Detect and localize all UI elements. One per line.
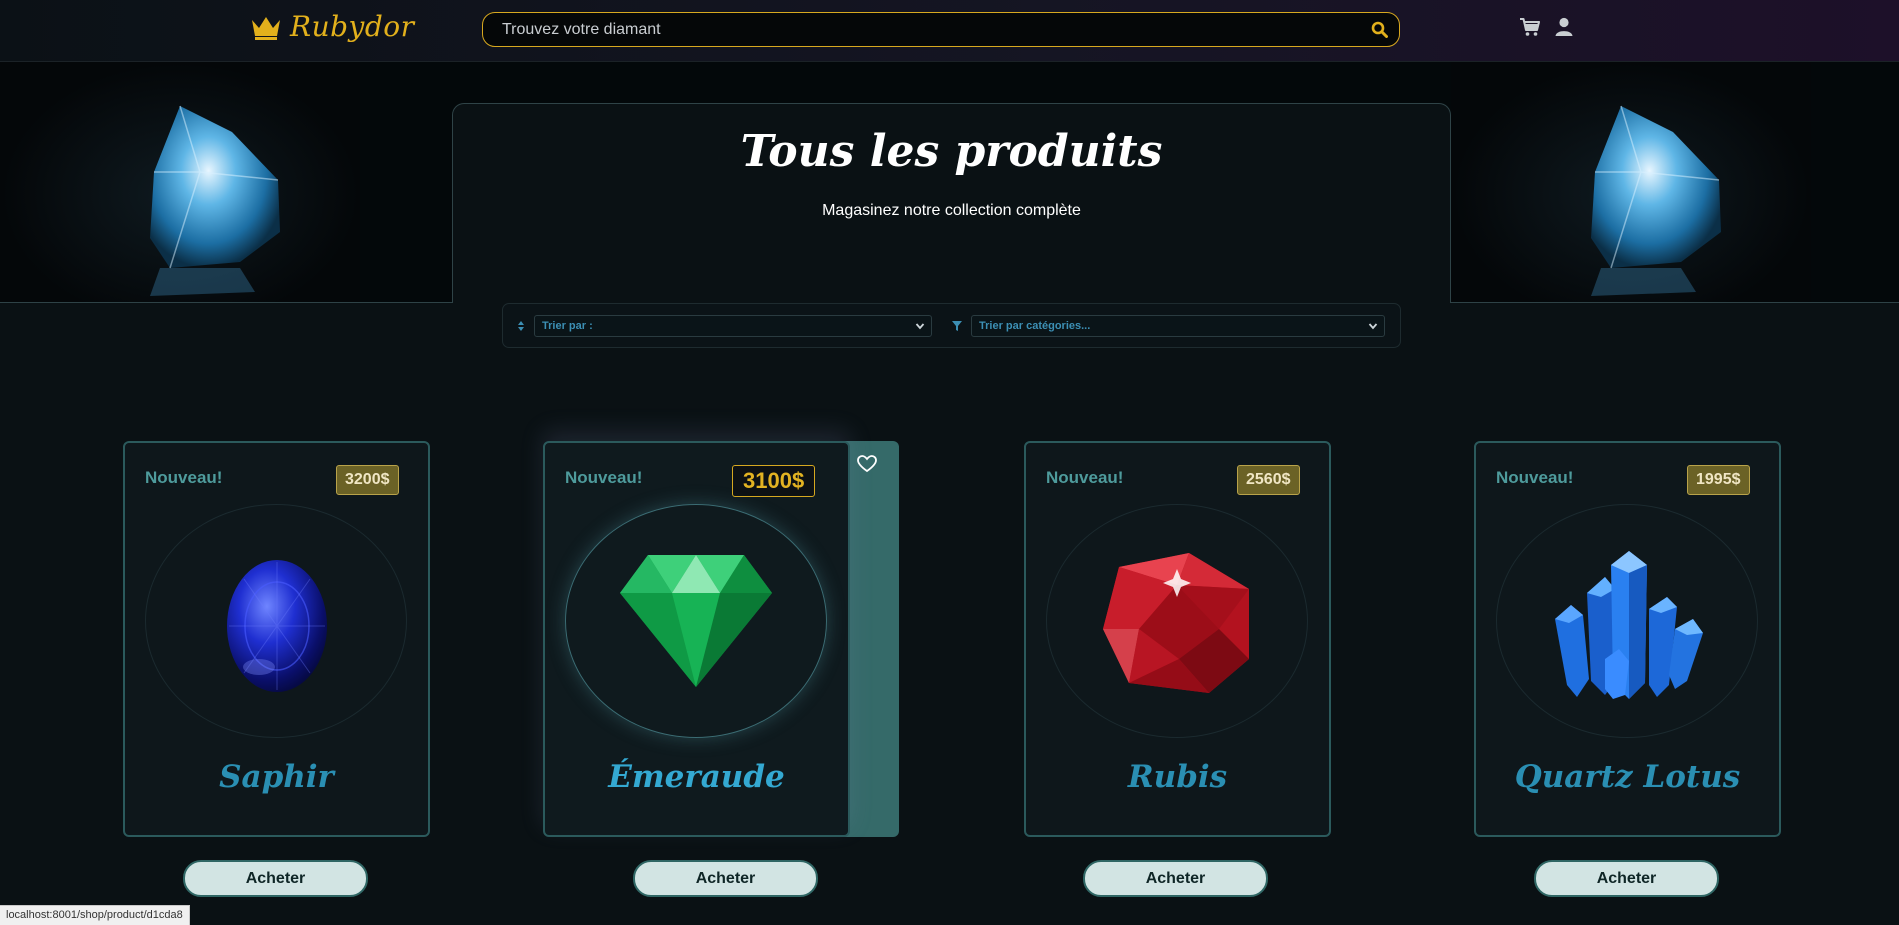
product-card[interactable]: Nouveau! 1995$ Quartz Lotus bbox=[1474, 441, 1781, 837]
buy-button-emeraude[interactable]: Acheter bbox=[633, 860, 818, 897]
new-badge: Nouveau! bbox=[565, 468, 643, 487]
sapphire-gem-image bbox=[227, 560, 327, 692]
quartz-crystal-image bbox=[1555, 551, 1703, 699]
gem-frame bbox=[1496, 504, 1758, 738]
diamond-banner-right bbox=[1451, 62, 1811, 302]
product-card[interactable]: Nouveau! 2560$ Rubis bbox=[1024, 441, 1331, 837]
diamond-banner-left bbox=[0, 62, 360, 302]
cart-icon[interactable] bbox=[1519, 16, 1541, 38]
emerald-gem-image bbox=[620, 555, 772, 687]
top-navbar: Rubydor bbox=[0, 0, 1899, 62]
heart-icon[interactable] bbox=[857, 455, 877, 473]
gem-frame bbox=[145, 504, 407, 738]
filter-bar: Trier par : Trier par catégories... bbox=[502, 303, 1401, 348]
gem-frame bbox=[1046, 504, 1308, 738]
sort-select[interactable]: Trier par : bbox=[534, 315, 932, 337]
product-name: Rubis bbox=[1127, 759, 1228, 795]
search-bar bbox=[482, 12, 1400, 47]
chevron-down-icon bbox=[1368, 323, 1378, 330]
brand-logo[interactable]: Rubydor bbox=[250, 10, 415, 43]
page-title: Tous les produits bbox=[740, 126, 1163, 177]
new-badge: Nouveau! bbox=[145, 468, 223, 487]
product-card-rubis[interactable]: Nouveau! 2560$ Rubis bbox=[1024, 441, 1331, 837]
buy-button-quartz-lotus[interactable]: Acheter bbox=[1534, 860, 1719, 897]
search-input[interactable] bbox=[483, 19, 1359, 40]
price-tag: 3100$ bbox=[732, 465, 816, 497]
search-button[interactable] bbox=[1359, 13, 1399, 46]
price-tag: 1995$ bbox=[1687, 465, 1750, 495]
sort-select-label: Trier par : bbox=[542, 320, 593, 332]
buy-button-rubis[interactable]: Acheter bbox=[1083, 860, 1268, 897]
category-select-label: Trier par catégories... bbox=[979, 320, 1091, 332]
hero-title-panel: Tous les produits Magasinez notre collec… bbox=[452, 103, 1451, 303]
user-icon[interactable] bbox=[1553, 16, 1575, 38]
sort-icon bbox=[518, 321, 524, 331]
filter-icon bbox=[952, 321, 962, 331]
crown-icon bbox=[252, 16, 280, 40]
product-card-emeraude[interactable]: Nouveau! 3100$ Émeraude bbox=[543, 441, 899, 837]
product-card-quartz-lotus[interactable]: Nouveau! 1995$ Quartz Lotus bbox=[1474, 441, 1781, 837]
new-badge: Nouveau! bbox=[1046, 468, 1124, 487]
category-select[interactable]: Trier par catégories... bbox=[971, 315, 1385, 337]
product-card[interactable]: Nouveau! 3200$ Saphir bbox=[123, 441, 430, 837]
chevron-down-icon bbox=[915, 323, 925, 330]
search-icon bbox=[1371, 21, 1388, 38]
product-card[interactable]: Nouveau! 3100$ Émeraude bbox=[543, 441, 850, 837]
product-name: Quartz Lotus bbox=[1514, 759, 1741, 795]
blue-diamond-image bbox=[1591, 105, 1721, 296]
product-name: Saphir bbox=[219, 759, 334, 795]
price-tag: 3200$ bbox=[336, 465, 399, 495]
link-preview-status: localhost:8001/shop/product/d1cda8 bbox=[0, 905, 190, 925]
buy-button-saphir[interactable]: Acheter bbox=[183, 860, 368, 897]
blue-diamond-image bbox=[150, 105, 280, 296]
gem-frame bbox=[565, 504, 827, 738]
page-subtitle: Magasinez notre collection complète bbox=[822, 202, 1081, 219]
new-badge: Nouveau! bbox=[1496, 468, 1574, 487]
product-card-saphir[interactable]: Nouveau! 3200$ Saphir bbox=[123, 441, 430, 837]
ruby-gem-image bbox=[1103, 553, 1249, 693]
product-name: Émeraude bbox=[608, 759, 785, 795]
brand-name: Rubydor bbox=[290, 10, 415, 43]
price-tag: 2560$ bbox=[1237, 465, 1300, 495]
